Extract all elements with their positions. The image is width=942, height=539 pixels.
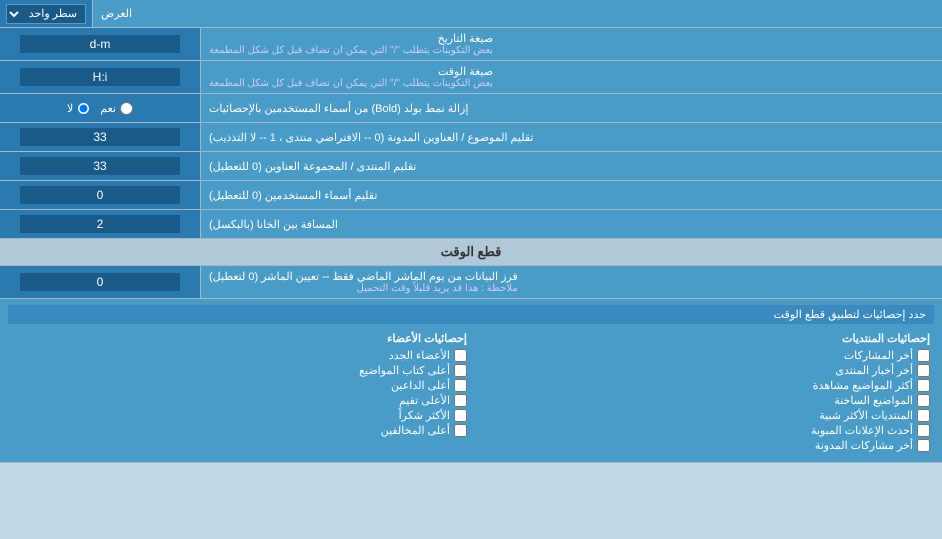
bold-yes-radio[interactable] [120,102,133,115]
time-format-input-wrapper [0,61,200,93]
checkbox-item-1: أخر المشاركات [475,349,930,362]
checkbox-item-6: أحدث الإعلانات المبوبة [475,424,930,437]
checkbox-m-6[interactable] [454,424,467,437]
bold-remove-row: إزالة نمط بولد (Bold) من أسماء المستخدمي… [0,94,942,123]
checkbox-item-3: أكثر المواضيع مشاهدة [475,379,930,392]
checkbox-forum-6[interactable] [917,424,930,437]
column-spacing-row: المسافة بين الخانا (بالبكسل) [0,210,942,239]
main-container: العرض سطر واحد سطرين ثلاثة أسطر صيغة الت… [0,0,942,463]
checkbox-item-5: المنتديات الأكثر شبية [475,409,930,422]
checkbox-member-2: أعلى كتاب المواضيع [12,364,467,377]
header-label: العرض [92,0,942,27]
checkbox-item-4: المواضيع الساخنة [475,394,930,407]
forum-trim-label: تقليم المنتدى / المجموعة العناوين (0 للت… [200,152,942,180]
checkbox-forum-3[interactable] [917,379,930,392]
bold-yes-label[interactable]: نعم [100,102,133,115]
checkbox-forum-5[interactable] [917,409,930,422]
checkboxes-grid: إحصائيات المنتديات أخر المشاركات أخر أخب… [8,328,934,456]
checkbox-member-4: الأعلى تقيم [12,394,467,407]
time-format-input[interactable] [20,68,180,86]
time-format-row: صيغة الوقت بعض التكوينات يتطلب "/" التي … [0,61,942,94]
checkbox-member-6: أعلى المخالفين [12,424,467,437]
checkbox-m-2[interactable] [454,364,467,377]
header-row: العرض سطر واحد سطرين ثلاثة أسطر [0,0,942,28]
forum-trim-row: تقليم المنتدى / المجموعة العناوين (0 للت… [0,152,942,181]
member-stats-col: إحصائيات الأعضاء الأعضاء الجدد أعلى كتاب… [8,328,471,456]
checkboxes-header: حدد إحصائيات لتطبيق قطع الوقت [8,305,934,324]
bold-no-radio[interactable] [77,102,90,115]
checkbox-forum-7[interactable] [917,439,930,452]
checkbox-forum-4[interactable] [917,394,930,407]
username-trim-label: تقليم أسماء المستخدمين (0 للتعطيل) [200,181,942,209]
checkbox-m-5[interactable] [454,409,467,422]
bold-remove-radio-group: نعم لا [0,94,200,122]
checkbox-item-2: أخر أخبار المنتدى [475,364,930,377]
time-section-input-wrapper [0,266,200,298]
col1-header: إحصائيات المنتديات [475,332,930,345]
bold-remove-label: إزالة نمط بولد (Bold) من أسماء المستخدمي… [200,94,942,122]
title-order-label: تقليم الموضوع / العناوين المدونة (0 -- ا… [200,123,942,151]
checkbox-m-3[interactable] [454,379,467,392]
username-trim-input-wrapper [0,181,200,209]
checkbox-member-1: الأعضاء الجدد [12,349,467,362]
date-format-input[interactable] [20,35,180,53]
column-spacing-input[interactable] [20,215,180,233]
forum-stats-col: إحصائيات المنتديات أخر المشاركات أخر أخب… [471,328,934,456]
checkbox-forum-1[interactable] [917,349,930,362]
checkbox-forum-2[interactable] [917,364,930,377]
forum-trim-input-wrapper [0,152,200,180]
checkboxes-section: حدد إحصائيات لتطبيق قطع الوقت إحصائيات ا… [0,299,942,463]
title-order-row: تقليم الموضوع / العناوين المدونة (0 -- ا… [0,123,942,152]
date-format-input-wrapper [0,28,200,60]
forum-trim-input[interactable] [20,157,180,175]
col2-header: إحصائيات الأعضاء [12,332,467,345]
display-mode-wrapper[interactable]: سطر واحد سطرين ثلاثة أسطر [0,0,92,27]
column-spacing-input-wrapper [0,210,200,238]
checkbox-member-3: أعلى الداعين [12,379,467,392]
checkbox-item-7: أخر مشاركات المدونة [475,439,930,452]
display-mode-select[interactable]: سطر واحد سطرين ثلاثة أسطر [6,4,86,24]
time-section-row: فرز البيانات من يوم الماشر الماضي فقط --… [0,266,942,299]
checkbox-member-5: الأكثر شكراً [12,409,467,422]
time-section-label: فرز البيانات من يوم الماشر الماضي فقط --… [200,266,942,298]
date-format-label: صيغة التاريخ بعض التكوينات يتطلب "/" الت… [200,28,942,60]
username-trim-row: تقليم أسماء المستخدمين (0 للتعطيل) [0,181,942,210]
time-section-input[interactable] [20,273,180,291]
title-order-input-wrapper [0,123,200,151]
time-section-header: قطع الوقت [0,239,942,266]
time-format-label: صيغة الوقت بعض التكوينات يتطلب "/" التي … [200,61,942,93]
checkbox-m-4[interactable] [454,394,467,407]
bold-no-label[interactable]: لا [67,102,90,115]
date-format-row: صيغة التاريخ بعض التكوينات يتطلب "/" الت… [0,28,942,61]
checkbox-m-1[interactable] [454,349,467,362]
column-spacing-label: المسافة بين الخانا (بالبكسل) [200,210,942,238]
username-trim-input[interactable] [20,186,180,204]
title-order-input[interactable] [20,128,180,146]
